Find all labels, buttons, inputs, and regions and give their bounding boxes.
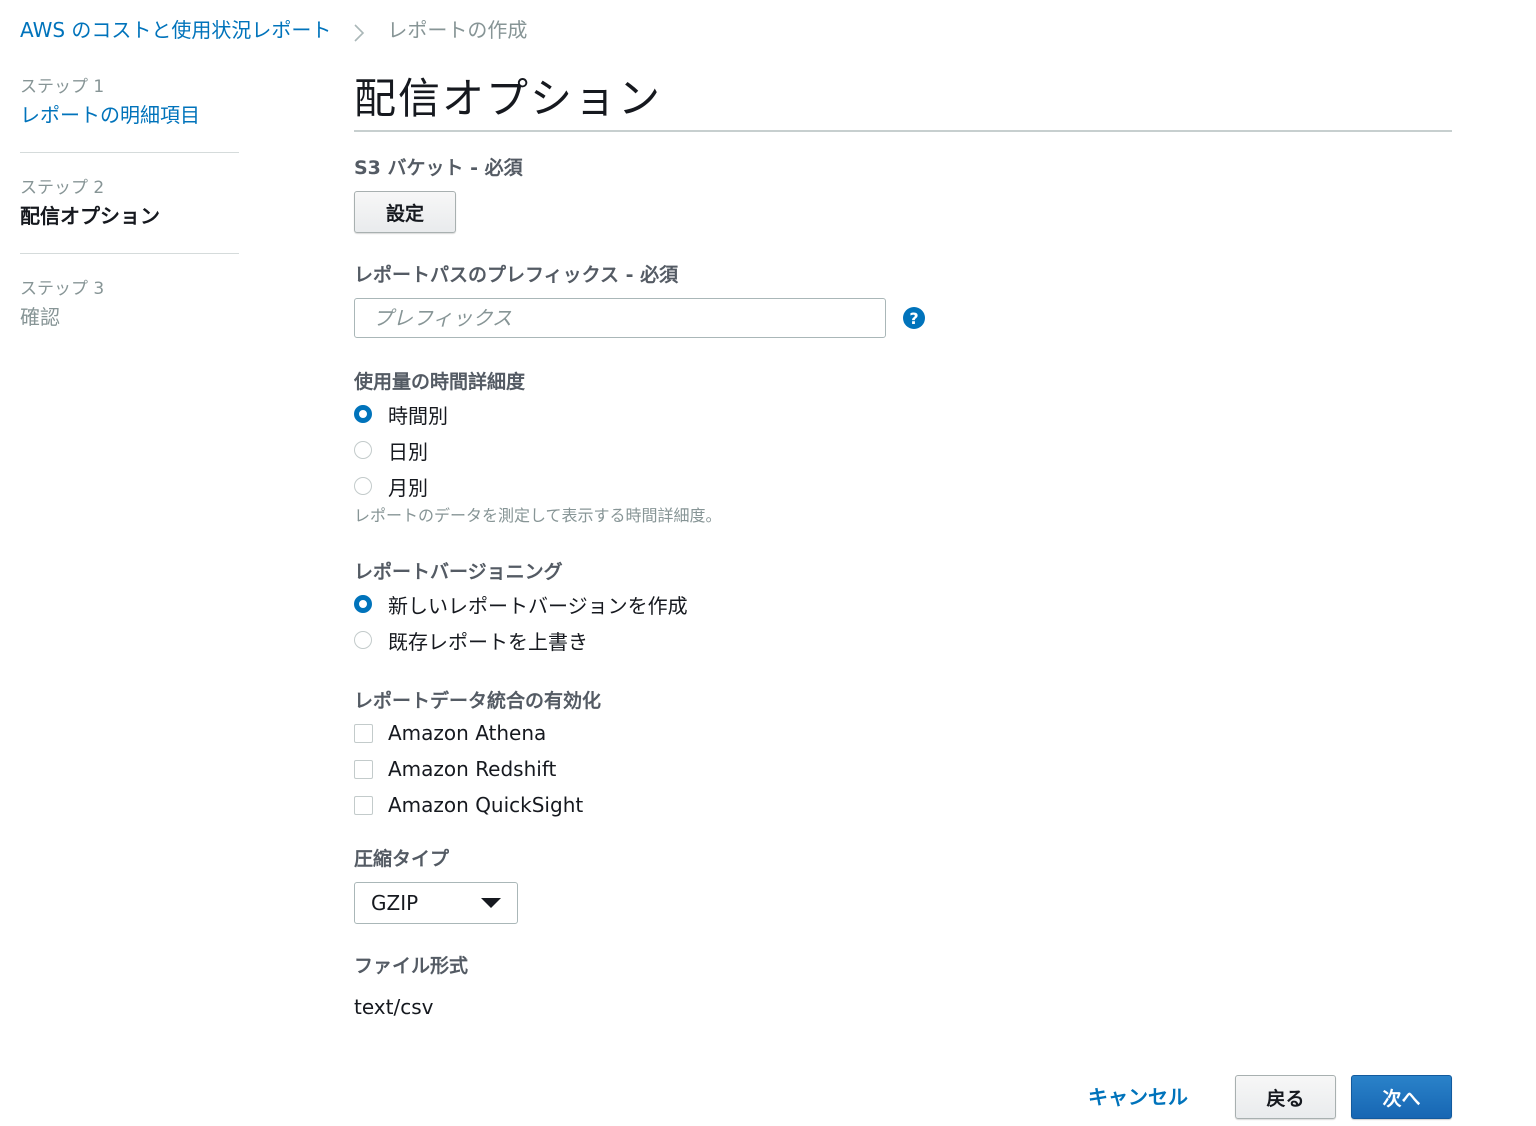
file-format-label: ファイル形式 [354, 955, 469, 977]
configure-s3-button[interactable]: 設定 [354, 191, 456, 233]
title-divider [354, 130, 1452, 132]
radio-label: 既存レポートを上書き [388, 629, 588, 654]
checkbox-option-redshift[interactable]: Amazon Redshift [354, 751, 1452, 787]
radio-option-overwrite[interactable]: 既存レポートを上書き [354, 622, 1452, 658]
radio-button[interactable] [354, 631, 372, 649]
prefix-label: レポートパスのプレフィックス - 必須 [354, 264, 679, 286]
step-3-label: ステップ 3 [20, 279, 105, 299]
radio-option-hourly[interactable]: 時間別 [354, 396, 1452, 432]
caret-down-icon [481, 898, 501, 908]
radio-label: 新しいレポートバージョンを作成 [388, 593, 688, 618]
footer-actions: キャンセル 戻る 次へ [1088, 1075, 1452, 1119]
step-1-label: ステップ 1 [20, 77, 105, 97]
cancel-button[interactable]: キャンセル [1088, 1075, 1188, 1119]
file-format-section: ファイル形式 text/csv [354, 952, 1452, 1019]
breadcrumb-link-cost-usage-reports[interactable]: AWS のコストと使用状況レポート [20, 16, 331, 44]
compression-section: 圧縮タイプ GZIP [354, 845, 1452, 924]
step-2-label: ステップ 2 [20, 178, 105, 198]
radio-button[interactable] [354, 477, 372, 495]
step-1: ステップ 1 レポートの明細項目 [20, 74, 240, 130]
compression-selected-value: GZIP [371, 891, 419, 915]
compression-select[interactable]: GZIP [354, 882, 518, 924]
checkbox-option-quicksight[interactable]: Amazon QuickSight [354, 787, 1452, 823]
question-circle-icon[interactable]: ? [903, 307, 925, 329]
checkbox[interactable] [354, 723, 373, 743]
breadcrumb: AWS のコストと使用状況レポート レポートの作成 [20, 16, 527, 44]
checkbox-label: Amazon Redshift [388, 757, 557, 781]
radio-button[interactable] [354, 595, 372, 613]
versioning-section: レポートバージョニング 新しいレポートバージョンを作成 既存レポートを上書き [354, 558, 1452, 658]
granularity-hint: レポートのデータを測定して表示する時間詳細度。 [354, 506, 722, 525]
granularity-label: 使用量の時間詳細度 [354, 371, 526, 393]
page-title: 配信オプション [354, 74, 663, 123]
checkbox[interactable] [354, 795, 373, 815]
integration-label: レポートデータ統合の有効化 [354, 690, 602, 712]
integration-section: レポートデータ統合の有効化 Amazon Athena Amazon Redsh… [354, 687, 1452, 823]
checkbox-label: Amazon QuickSight [388, 793, 584, 817]
step-3-title: 確認 [20, 305, 60, 329]
prefix-input[interactable] [354, 298, 886, 338]
next-button[interactable]: 次へ [1351, 1075, 1452, 1119]
radio-label: 時間別 [388, 403, 448, 428]
radio-option-new-version[interactable]: 新しいレポートバージョンを作成 [354, 586, 1452, 622]
step-divider [20, 152, 239, 153]
compression-label: 圧縮タイプ [354, 848, 450, 870]
radio-label: 月別 [388, 475, 428, 500]
radio-option-daily[interactable]: 日別 [354, 432, 1452, 468]
chevron-right-icon [353, 21, 365, 42]
prefix-section: レポートパスのプレフィックス - 必須 ? [354, 261, 1452, 338]
checkbox[interactable] [354, 759, 373, 779]
step-2: ステップ 2 配信オプション [20, 175, 240, 231]
breadcrumb-current: レポートの作成 [387, 18, 528, 42]
step-3: ステップ 3 確認 [20, 276, 240, 332]
radio-button[interactable] [354, 405, 372, 423]
versioning-label: レポートバージョニング [354, 561, 563, 583]
file-format-value: text/csv [354, 995, 434, 1019]
step-divider [20, 253, 239, 254]
radio-button[interactable] [354, 441, 372, 459]
checkbox-label: Amazon Athena [388, 721, 547, 745]
radio-option-monthly[interactable]: 月別 [354, 468, 1452, 504]
step-navigation: ステップ 1 レポートの明細項目 ステップ 2 配信オプション ステップ 3 確… [20, 74, 240, 332]
s3-bucket-section: S3 バケット - 必須 設定 [354, 154, 1452, 233]
checkbox-option-athena[interactable]: Amazon Athena [354, 715, 1452, 751]
back-button[interactable]: 戻る [1235, 1075, 1336, 1119]
radio-label: 日別 [388, 439, 428, 464]
step-1-title[interactable]: レポートの明細項目 [20, 100, 240, 130]
granularity-section: 使用量の時間詳細度 時間別 日別 月別 レポートのデータを測定して表示する時間詳… [354, 368, 1452, 528]
main-content: 配信オプション S3 バケット - 必須 設定 レポートパスのプレフィックス -… [354, 72, 1452, 1019]
step-2-title: 配信オプション [20, 204, 160, 228]
s3-bucket-label: S3 バケット - 必須 [354, 157, 523, 179]
